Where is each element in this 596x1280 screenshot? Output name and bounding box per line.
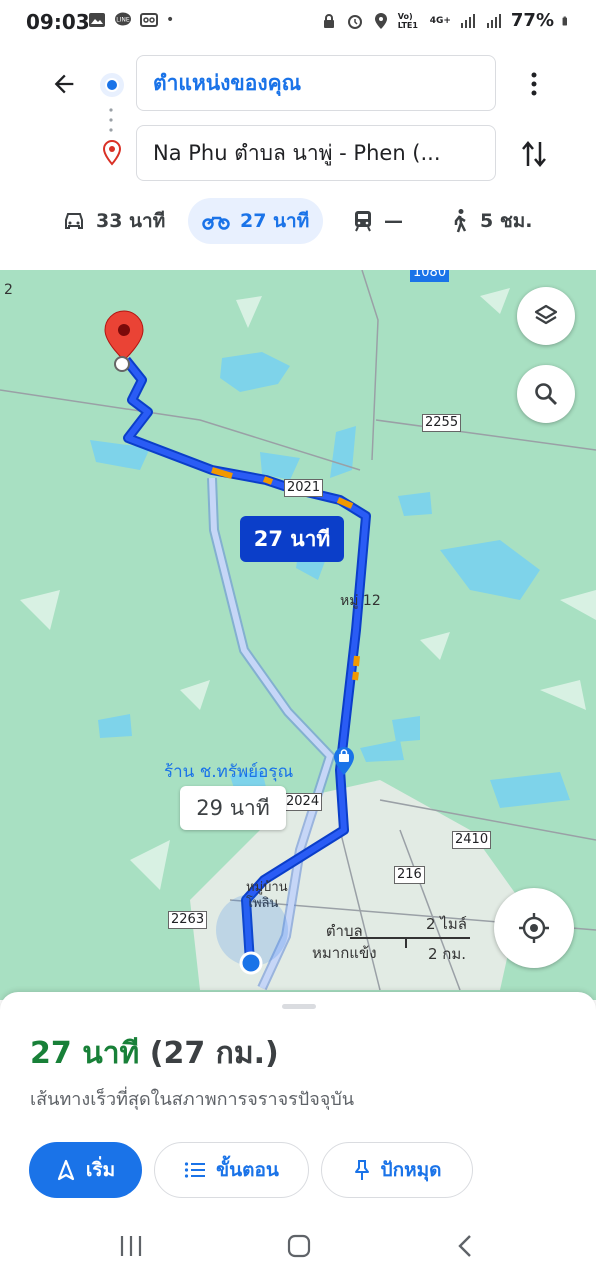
svg-text:LINE: LINE bbox=[116, 17, 130, 24]
pin-button[interactable]: ปักหมุด bbox=[321, 1142, 473, 1198]
map-canvas bbox=[0, 270, 596, 991]
battery-icon bbox=[562, 16, 567, 25]
destination-field[interactable]: Na Phu ตำบล นาพู่ - Phen (... bbox=[136, 125, 496, 181]
gallery-icon bbox=[89, 13, 105, 27]
lock-icon bbox=[323, 13, 334, 28]
system-navigation-bar bbox=[0, 1212, 596, 1280]
layers-button[interactable] bbox=[517, 287, 575, 345]
road-label-2021: 2021 bbox=[284, 479, 324, 497]
mode-car-tab[interactable]: 33 นาที bbox=[62, 198, 165, 244]
route-description: เส้นทางเร็วที่สุดในสภาพการจราจรปัจจุบัน bbox=[30, 1089, 355, 1110]
route-distance: (27 กม.) bbox=[149, 1036, 279, 1071]
subdistrict-label: ตำบล หมากแข้ง bbox=[312, 922, 377, 962]
motorcycle-icon bbox=[202, 216, 230, 230]
village-label-moo12: หมู่ 12 bbox=[340, 593, 381, 609]
route-summary: 27 นาที (27 กม.) bbox=[30, 1030, 279, 1077]
road-label-2410: 2410 bbox=[452, 831, 492, 849]
layers-icon bbox=[534, 304, 558, 325]
start-label: เริ่ม bbox=[85, 1159, 116, 1181]
navigation-arrow-icon bbox=[57, 1159, 74, 1181]
more-options-icon[interactable] bbox=[522, 70, 546, 98]
crosshair-icon bbox=[519, 913, 549, 943]
destination-pin-icon bbox=[102, 140, 122, 166]
road-label-1080: 1080 bbox=[410, 270, 450, 282]
mode-transit-label: — bbox=[384, 210, 403, 232]
notification-icons: LINE • bbox=[88, 11, 174, 29]
alarm-icon bbox=[347, 14, 362, 29]
mode-motorcycle-label: 27 นาที bbox=[240, 210, 310, 232]
current-location-dot-icon bbox=[239, 951, 263, 975]
mode-walk-tab[interactable]: 5 ชม. bbox=[450, 198, 532, 244]
battery-percent: 77% bbox=[510, 10, 554, 31]
signal-icon bbox=[460, 13, 475, 28]
route-duration: 27 นาที bbox=[30, 1036, 140, 1071]
pin-label: ปักหมุด bbox=[380, 1159, 442, 1181]
road-label-2: 2 bbox=[4, 282, 13, 298]
home-icon[interactable] bbox=[286, 1234, 312, 1258]
pin-icon bbox=[354, 1160, 369, 1180]
system-icons: Vo) LTE1 4G+ 77% bbox=[320, 10, 572, 31]
network-label: 4G+ bbox=[429, 15, 451, 26]
start-navigation-button[interactable]: เริ่ม bbox=[29, 1142, 142, 1198]
destination-field-value: Na Phu ตำบล นาพู่ - Phen (... bbox=[153, 141, 441, 165]
scale-miles: 2 ไมล์ bbox=[426, 915, 467, 933]
mode-walk-label: 5 ชม. bbox=[480, 210, 533, 232]
steps-label: ขั้นตอน bbox=[216, 1159, 279, 1181]
mode-motorcycle-tab[interactable]: 27 นาที bbox=[188, 198, 324, 244]
road-label-216: 216 bbox=[394, 866, 425, 884]
origin-field[interactable]: ตำแหน่งของคุณ bbox=[136, 55, 496, 111]
voicemail-icon bbox=[140, 13, 158, 27]
steps-button[interactable]: ขั้นตอน bbox=[154, 1142, 309, 1198]
route-dots-icon bbox=[109, 108, 113, 132]
line-app-icon: LINE bbox=[115, 12, 131, 26]
search-along-route-button[interactable] bbox=[517, 365, 575, 423]
water-bodies bbox=[90, 352, 570, 808]
map-view[interactable]: 1080 2 2255 2021 หมู่ 12 2024 2410 216 2… bbox=[0, 270, 596, 1000]
route-time-bubble-main[interactable]: 27 นาที bbox=[240, 516, 344, 562]
volte-label: Vo) LTE1 bbox=[397, 11, 418, 30]
swap-icon[interactable] bbox=[520, 138, 548, 170]
mode-car-label: 33 นาที bbox=[96, 210, 166, 232]
road-label-2263: 2263 bbox=[168, 911, 208, 929]
recent-apps-icon[interactable] bbox=[118, 1234, 144, 1258]
route-time-bubble-alt[interactable]: 29 นาที bbox=[180, 786, 286, 830]
my-location-button[interactable] bbox=[494, 888, 574, 968]
location-icon bbox=[374, 12, 387, 29]
road-label-2024: 2024 bbox=[283, 793, 323, 811]
directions-header: ตำแหน่งของคุณ Na Phu ตำบล นาพู่ - Phen (… bbox=[0, 44, 596, 270]
place-label-shop[interactable]: ร้าน ช.ทรัพย์อรุณ bbox=[164, 758, 293, 785]
mode-transit-tab[interactable]: — bbox=[352, 198, 403, 244]
list-icon bbox=[185, 1162, 206, 1178]
shopping-bag-icon[interactable] bbox=[332, 746, 356, 776]
search-icon bbox=[535, 383, 557, 405]
status-bar: 09:03 LINE • Vo) LTE1 4G+ 77% bbox=[0, 0, 596, 44]
destination-marker-icon[interactable] bbox=[104, 310, 144, 372]
walk-icon bbox=[454, 209, 467, 233]
origin-field-value: ตำแหน่งของคุณ bbox=[153, 71, 302, 95]
transit-icon bbox=[355, 211, 371, 232]
car-icon bbox=[65, 213, 83, 229]
road-label-2255: 2255 bbox=[422, 414, 462, 432]
origin-dot-icon bbox=[100, 73, 124, 97]
scale-km: 2 กม. bbox=[428, 945, 467, 963]
signal-icon-2 bbox=[486, 13, 501, 28]
dot-icon: • bbox=[166, 12, 175, 28]
status-time: 09:03 bbox=[26, 10, 90, 34]
sheet-drag-handle[interactable] bbox=[282, 1004, 316, 1009]
back-icon[interactable] bbox=[454, 1234, 478, 1258]
back-arrow-icon[interactable] bbox=[50, 70, 78, 98]
